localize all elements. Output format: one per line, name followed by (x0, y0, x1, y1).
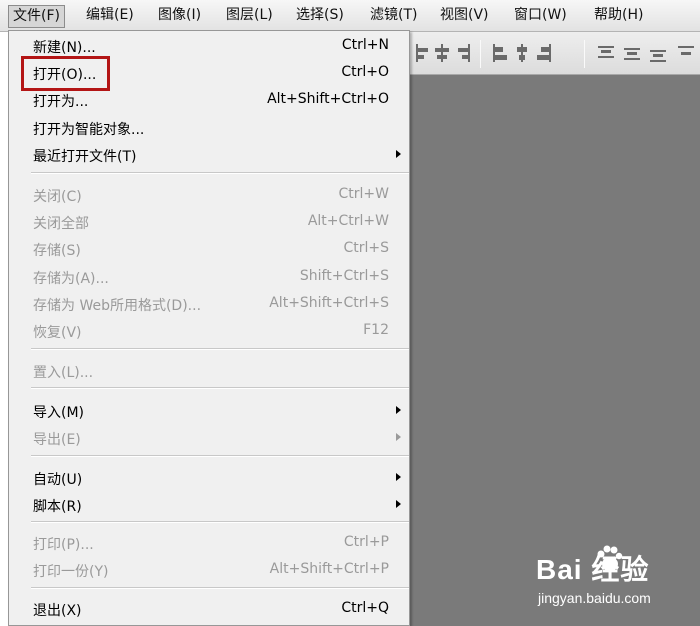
menu-image[interactable]: 图像(I) (154, 5, 205, 28)
submenu-arrow-icon (396, 500, 401, 508)
menu-separator (31, 172, 409, 174)
menu-select[interactable]: 选择(S) (292, 5, 348, 28)
menu-item-automate[interactable]: 自动(U) (9, 465, 409, 491)
menu-item-save-for-web[interactable]: 存储为 Web所用格式(D)... Alt+Shift+Ctrl+S (9, 291, 409, 317)
menu-separator (31, 348, 409, 350)
distribute-vertical-icon[interactable] (678, 44, 694, 62)
menu-view[interactable]: 视图(V) (436, 5, 493, 28)
menu-item-place[interactable]: 置入(L)... (9, 358, 409, 384)
menu-layer[interactable]: 图层(L) (222, 5, 277, 28)
menu-separator (31, 455, 409, 457)
menu-edit[interactable]: 编辑(E) (82, 5, 138, 28)
menu-item-print-one-copy[interactable]: 打印一份(Y) Alt+Shift+Ctrl+P (9, 557, 409, 583)
align-right-icon[interactable] (456, 44, 472, 62)
align-middle-icon[interactable] (624, 44, 640, 62)
align-center-h-icon[interactable] (434, 44, 450, 62)
distribute-right-icon[interactable] (536, 44, 552, 62)
menu-item-revert[interactable]: 恢复(V) F12 (9, 318, 409, 344)
watermark-logo: Bai 经验 (536, 554, 650, 585)
menu-item-close[interactable]: 关闭(C) Ctrl+W (9, 182, 409, 208)
menu-separator (31, 387, 409, 389)
align-top-icon[interactable] (598, 44, 614, 62)
canvas-workspace (408, 32, 700, 626)
menu-item-print[interactable]: 打印(P)... Ctrl+P (9, 530, 409, 556)
highlight-box (21, 56, 110, 91)
menu-separator (31, 587, 409, 589)
menu-item-save[interactable]: 存储(S) Ctrl+S (9, 236, 409, 262)
submenu-arrow-icon (396, 150, 401, 158)
menu-window[interactable]: 窗口(W) (510, 5, 571, 28)
menu-item-exit[interactable]: 退出(X) Ctrl+Q (9, 596, 409, 622)
align-bottom-icon[interactable] (650, 44, 666, 62)
options-toolbar (408, 32, 700, 75)
menu-filter[interactable]: 滤镜(T) (366, 5, 421, 28)
menu-item-export[interactable]: 导出(E) (9, 425, 409, 451)
menu-help[interactable]: 帮助(H) (590, 5, 647, 28)
menu-item-scripts[interactable]: 脚本(R) (9, 492, 409, 518)
file-menu-dropdown: 新建(N)... Ctrl+N 打开(O)... Ctrl+O 打开为... A… (8, 30, 410, 626)
menu-item-import[interactable]: 导入(M) (9, 398, 409, 424)
distribute-left-icon[interactable] (492, 44, 508, 62)
menu-file[interactable]: 文件(F) (8, 5, 65, 28)
submenu-arrow-icon (396, 406, 401, 414)
paw-icon (597, 545, 623, 571)
menu-bar: 文件(F) 编辑(E) 图像(I) 图层(L) 选择(S) 滤镜(T) 视图(V… (0, 0, 700, 32)
distribute-center-icon[interactable] (514, 44, 530, 62)
menu-item-open-as-smart-object[interactable]: 打开为智能对象... (9, 115, 409, 141)
menu-item-save-as[interactable]: 存储为(A)... Shift+Ctrl+S (9, 264, 409, 290)
watermark-url: jingyan.baidu.com (538, 590, 651, 606)
baidu-watermark: Bai 经验 jingyan.baidu.com (536, 545, 696, 612)
menu-item-close-all[interactable]: 关闭全部 Alt+Ctrl+W (9, 209, 409, 235)
submenu-arrow-icon (396, 473, 401, 481)
menu-item-recent-files[interactable]: 最近打开文件(T) (9, 142, 409, 168)
menu-separator (31, 521, 409, 523)
align-left-icon[interactable] (414, 44, 430, 62)
submenu-arrow-icon (396, 433, 401, 441)
